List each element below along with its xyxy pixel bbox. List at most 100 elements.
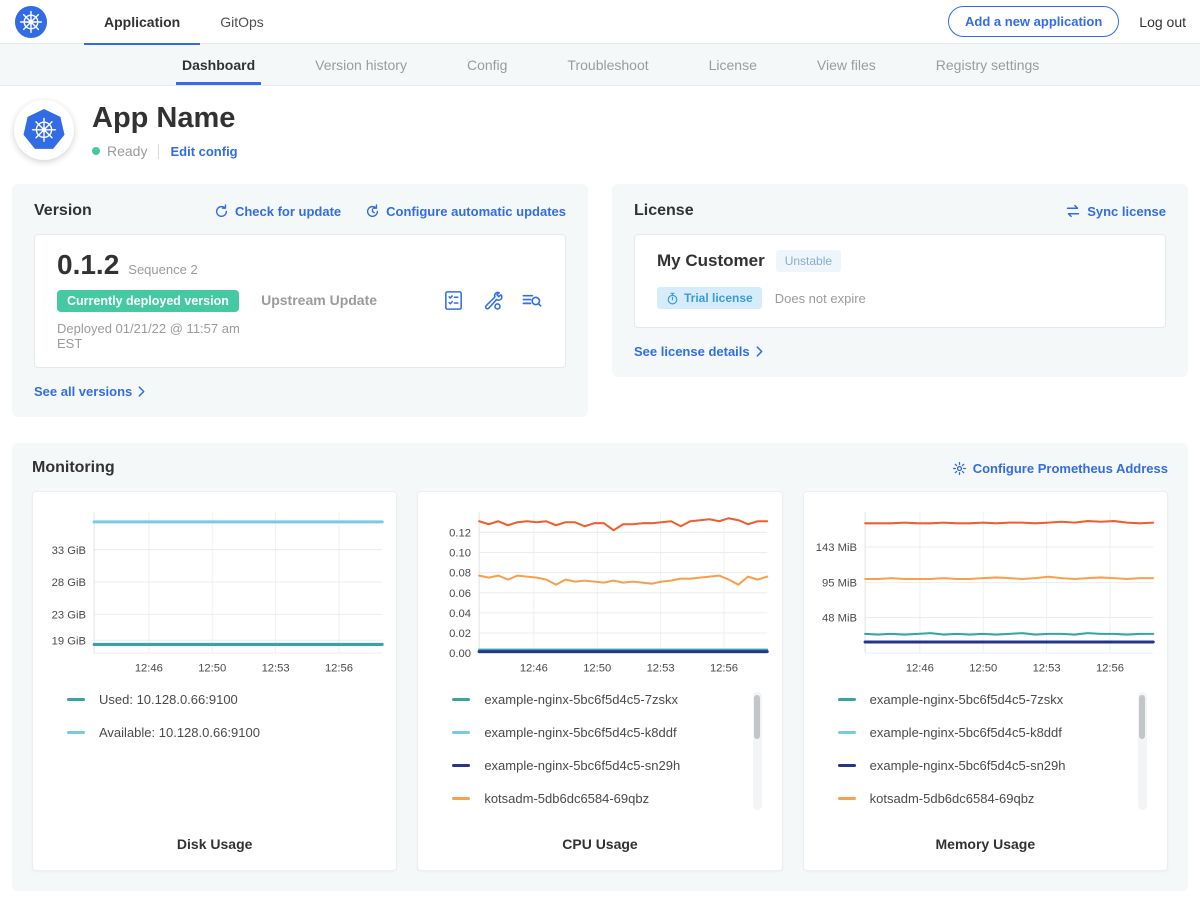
legend-series-swatch xyxy=(67,698,85,701)
clock-refresh-icon xyxy=(365,204,380,219)
legend-item: Used: 10.128.0.66:9100 xyxy=(67,692,358,707)
svg-text:12:56: 12:56 xyxy=(1096,663,1124,675)
logout-link[interactable]: Log out xyxy=(1139,14,1186,30)
chart-plot-disk-usage: 12:4612:5012:5312:5619 GiB23 GiB28 GiB33… xyxy=(41,504,388,680)
chart-title-memory-usage: Memory Usage xyxy=(812,826,1159,860)
charts-row: 12:4612:5012:5312:5619 GiB23 GiB28 GiB33… xyxy=(32,491,1168,871)
sub-nav-tab-license[interactable]: License xyxy=(705,44,761,85)
version-card: Version Check for update xyxy=(12,184,588,417)
legend-series-label: Available: 10.128.0.66:9100 xyxy=(99,725,260,740)
svg-text:0.06: 0.06 xyxy=(449,588,471,600)
svg-text:12:53: 12:53 xyxy=(647,663,675,675)
dashboard-main: Version Check for update xyxy=(0,176,1200,915)
deployed-timestamp: Deployed 01/21/22 @ 11:57 am EST xyxy=(57,321,261,351)
legend-scrollbar[interactable] xyxy=(753,692,762,810)
monitoring-card: Monitoring Configure Prometheus Address … xyxy=(12,443,1188,891)
svg-text:12:50: 12:50 xyxy=(969,663,997,675)
legend-series-swatch xyxy=(838,731,856,734)
version-card-title: Version xyxy=(34,202,92,220)
add-application-button[interactable]: Add a new application xyxy=(948,6,1119,37)
legend-series-label: Used: 10.128.0.66:9100 xyxy=(99,692,238,707)
monitoring-title: Monitoring xyxy=(32,459,115,477)
sub-nav-tab-troubleshoot[interactable]: Troubleshoot xyxy=(563,44,652,85)
chart-card-cpu-usage: 12:4612:5012:5312:560.000.020.040.060.08… xyxy=(417,491,782,871)
channel-badge: Unstable xyxy=(776,250,841,272)
legend-series-swatch xyxy=(452,698,470,701)
legend-item: example-nginx-5bc6f5d4c5-sn29h xyxy=(838,758,1129,773)
legend-series-swatch xyxy=(452,797,470,800)
trial-license-badge: Trial license xyxy=(657,287,762,309)
chart-title-cpu-usage: CPU Usage xyxy=(426,826,773,860)
chart-title-disk-usage: Disk Usage xyxy=(41,826,388,860)
legend-series-label: example-nginx-5bc6f5d4c5-7zskx xyxy=(484,692,678,707)
legend-item: kotsadm-5db6dc6584-69qbz xyxy=(452,791,743,806)
app-sub-nav-tabs: Dashboard Version history Config Troublesho… xyxy=(178,44,1200,85)
legend-scrollbar-thumb[interactable] xyxy=(1139,695,1145,739)
chart-plot-cpu-usage: 12:4612:5012:5312:560.000.020.040.060.08… xyxy=(426,504,773,680)
svg-text:0.12: 0.12 xyxy=(449,527,471,539)
legend-scrollbar-thumb[interactable] xyxy=(754,695,760,739)
see-license-details-link[interactable]: See license details xyxy=(634,344,763,359)
top-nav-right: Add a new application Log out xyxy=(948,6,1186,37)
app-sub-nav: Dashboard Version history Config Troublesho… xyxy=(0,44,1200,86)
svg-text:19 GiB: 19 GiB xyxy=(52,635,86,647)
license-card: License Sync license My Customer Unstabl… xyxy=(612,184,1188,377)
configure-prometheus-link[interactable]: Configure Prometheus Address xyxy=(952,461,1168,476)
legend-item: example-nginx-5bc6f5d4c5-k8ddf xyxy=(452,725,743,740)
legend-item: Available: 10.128.0.66:9100 xyxy=(67,725,358,740)
version-sequence: Sequence 2 xyxy=(128,262,197,277)
sub-nav-tab-registry-settings[interactable]: Registry settings xyxy=(932,44,1043,85)
svg-text:0.04: 0.04 xyxy=(449,608,471,620)
legend-scrollbar[interactable] xyxy=(1138,692,1147,810)
legend-series-label: example-nginx-5bc6f5d4c5-sn29h xyxy=(870,758,1066,773)
sub-nav-tab-version-history[interactable]: Version history xyxy=(311,44,411,85)
sync-arrows-icon xyxy=(1065,203,1081,219)
sub-nav-tab-dashboard[interactable]: Dashboard xyxy=(178,44,259,85)
refresh-icon xyxy=(214,204,229,219)
svg-text:0.10: 0.10 xyxy=(449,548,471,560)
chart-legend: Used: 10.128.0.66:9100 Available: 10.128.… xyxy=(67,692,378,824)
top-nav-tab-gitops[interactable]: GitOps xyxy=(200,0,284,44)
legend-series-swatch xyxy=(452,764,470,767)
legend-series-swatch xyxy=(67,731,85,734)
legend-series-swatch xyxy=(838,764,856,767)
chart-card-disk-usage: 12:4612:5012:5312:5619 GiB23 GiB28 GiB33… xyxy=(32,491,397,871)
legend-series-label: example-nginx-5bc6f5d4c5-7zskx xyxy=(870,692,1064,707)
legend-series-swatch xyxy=(838,698,856,701)
see-all-versions-link[interactable]: See all versions xyxy=(34,384,145,399)
chart-legend: example-nginx-5bc6f5d4c5-7zskx example-ng… xyxy=(452,692,763,824)
svg-text:12:56: 12:56 xyxy=(710,663,738,675)
preflight-checks-icon[interactable] xyxy=(442,289,465,312)
top-nav: ApplicationGitOps Add a new application … xyxy=(0,0,1200,44)
check-for-update-link[interactable]: Check for update xyxy=(214,204,341,219)
top-nav-tabs: ApplicationGitOps xyxy=(84,0,284,44)
sub-nav-tab-config[interactable]: Config xyxy=(463,44,511,85)
app-header: App Name Ready Edit config xyxy=(0,86,1200,176)
legend-series-label: kotsadm-5db6dc6584-69qbz xyxy=(484,791,649,806)
app-name-title: App Name xyxy=(92,102,238,135)
app-header-text: App Name Ready Edit config xyxy=(92,100,238,159)
svg-text:12:50: 12:50 xyxy=(198,663,226,675)
customer-name: My Customer xyxy=(657,251,765,271)
edit-config-link[interactable]: Edit config xyxy=(170,144,237,159)
svg-text:12:53: 12:53 xyxy=(262,663,290,675)
ready-status-dot-icon xyxy=(92,147,100,155)
svg-text:0.02: 0.02 xyxy=(449,628,471,640)
top-nav-tab-application[interactable]: Application xyxy=(84,0,200,44)
status-divider xyxy=(158,144,159,159)
legend-item: example-nginx-5bc6f5d4c5-7zskx xyxy=(838,692,1129,707)
svg-text:143 MiB: 143 MiB xyxy=(815,542,856,554)
configure-automatic-updates-link[interactable]: Configure automatic updates xyxy=(365,204,566,219)
version-number: 0.1.2 xyxy=(57,249,119,281)
svg-text:12:56: 12:56 xyxy=(325,663,353,675)
legend-series-label: example-nginx-5bc6f5d4c5-k8ddf xyxy=(870,725,1062,740)
chevron-right-icon xyxy=(138,386,145,397)
svg-text:23 GiB: 23 GiB xyxy=(52,609,86,621)
view-diff-icon[interactable] xyxy=(520,289,543,312)
sync-license-link[interactable]: Sync license xyxy=(1065,203,1166,219)
edit-config-values-icon[interactable] xyxy=(481,289,504,312)
version-source-label: Upstream Update xyxy=(261,292,442,308)
legend-item: example-nginx-5bc6f5d4c5-sn29h xyxy=(452,758,743,773)
sub-nav-tab-view-files[interactable]: View files xyxy=(813,44,880,85)
kubernetes-logo-icon[interactable] xyxy=(14,5,48,39)
